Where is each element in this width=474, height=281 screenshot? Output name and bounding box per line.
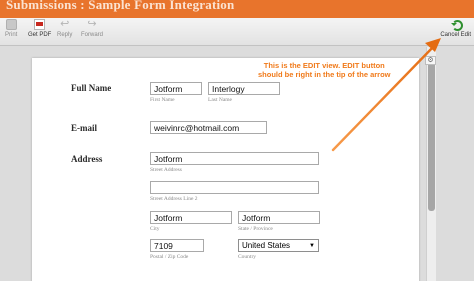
street-address-sublabel: Street Address xyxy=(150,167,182,173)
country-select[interactable]: United States ▼ xyxy=(238,239,319,252)
dropdown-arrow-icon: ▼ xyxy=(309,243,315,249)
settings-icon[interactable]: ⚙ xyxy=(425,56,436,65)
email-label: E-mail xyxy=(71,123,97,133)
country-sublabel: Country xyxy=(238,254,257,260)
pdf-icon xyxy=(34,19,46,30)
forward-label: Forward xyxy=(81,32,104,38)
address-label: Address xyxy=(71,154,103,164)
first-name-input[interactable]: Jotform xyxy=(150,82,202,95)
email-input[interactable]: weivinrc@hotmail.com xyxy=(150,121,267,134)
full-name-label: Full Name xyxy=(71,83,112,93)
city-input[interactable]: Jotform xyxy=(150,211,232,224)
print-label: Print xyxy=(5,32,18,38)
last-name-input[interactable]: Interlogy xyxy=(208,82,280,95)
country-selected-value: United States xyxy=(242,241,291,250)
printer-icon xyxy=(5,19,17,30)
reply-label: Reply xyxy=(57,32,73,38)
annotation-note: This is the EDIT view. EDIT button shoul… xyxy=(258,61,391,79)
first-name-sublabel: First Name xyxy=(150,97,175,103)
print-button[interactable]: Print xyxy=(5,19,17,38)
form-paper: Full Name Jotform First Name Interlogy L… xyxy=(32,58,419,281)
city-sublabel: City xyxy=(150,226,160,232)
annotation-line-1: This is the EDIT view. EDIT button xyxy=(263,61,385,70)
street-address-line2-sublabel: Street Address Line 2 xyxy=(150,196,198,202)
get-pdf-label: Get PDF xyxy=(28,32,52,38)
vertical-scrollbar[interactable] xyxy=(426,47,436,281)
reply-icon: ↩ xyxy=(60,18,70,30)
undo-icon xyxy=(450,19,463,31)
annotation-line-2: should be right in the tip of the arrow xyxy=(258,70,391,79)
window-title: Submissions : Sample Form Integration xyxy=(6,0,235,12)
state-sublabel: State / Province xyxy=(238,226,273,232)
zip-code-sublabel: Postal / Zip Code xyxy=(150,254,189,260)
window-title-bar: Submissions : Sample Form Integration xyxy=(0,0,474,18)
state-input[interactable]: Jotform xyxy=(238,211,320,224)
cancel-edit-label: Cancel Edit xyxy=(440,32,471,38)
last-name-sublabel: Last Name xyxy=(208,97,232,103)
street-address-line2-input[interactable] xyxy=(150,181,319,194)
street-address-input[interactable]: Jotform xyxy=(150,152,319,165)
toolbar: Print Get PDF ↩ Reply ↪ Forward Cancel E… xyxy=(0,18,474,46)
zip-code-input[interactable]: 7109 xyxy=(150,239,204,252)
forward-icon: ↪ xyxy=(87,18,97,30)
cancel-edit-button[interactable]: Cancel Edit xyxy=(440,19,471,38)
scrollbar-thumb[interactable] xyxy=(428,61,435,211)
reply-button[interactable]: ↩ Reply xyxy=(57,18,73,39)
forward-button[interactable]: ↪ Forward xyxy=(81,18,104,39)
get-pdf-button[interactable]: Get PDF xyxy=(28,19,51,38)
